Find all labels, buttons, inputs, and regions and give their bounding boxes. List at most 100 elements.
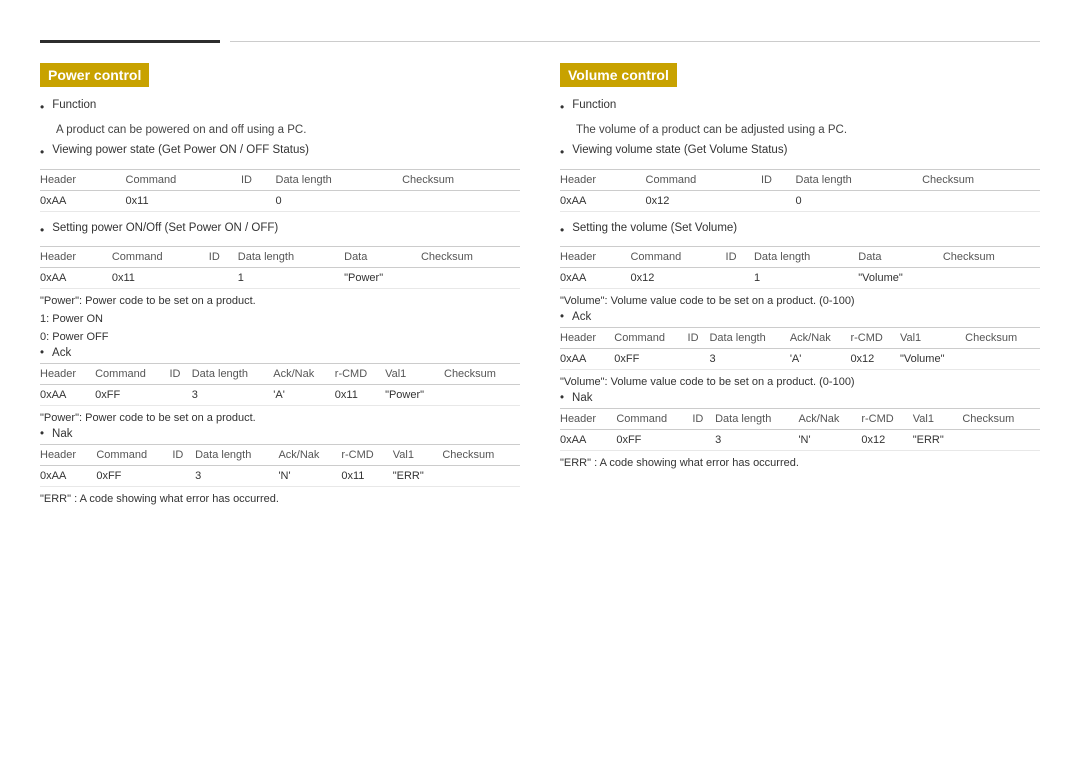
th-command: Command [112, 247, 209, 268]
th-data-length: Data length [754, 247, 858, 268]
td-ack-nak: 'N' [798, 430, 861, 451]
table-row: 0xAA 0xFF 3 'N' 0x12 "ERR" [560, 430, 1040, 451]
nak-label: Nak [40, 428, 520, 440]
td-header: 0xAA [560, 349, 614, 370]
th-id: ID [692, 409, 715, 430]
th-command: Command [614, 328, 687, 349]
th-checksum: Checksum [962, 409, 1040, 430]
th-r-cmd: r-CMD [850, 328, 900, 349]
table-row: 0xAA 0xFF 3 'A' 0x12 "Volume" [560, 349, 1040, 370]
td-data-length: 0 [276, 190, 403, 211]
th-data-length: Data length [715, 409, 798, 430]
td-header: 0xAA [40, 385, 95, 406]
td-data-length: 3 [195, 466, 278, 487]
table-row: 0xAA 0x12 0 [560, 190, 1040, 211]
th-val1: Val1 [393, 445, 443, 466]
th-checksum: Checksum [402, 169, 520, 190]
td-data-length: 3 [715, 430, 798, 451]
td-val1: "ERR" [913, 430, 963, 451]
td-header: 0xAA [560, 268, 630, 289]
td-r-cmd: 0x12 [861, 430, 912, 451]
th-checksum: Checksum [444, 364, 520, 385]
th-ack-nak: Ack/Nak [790, 328, 851, 349]
th-checksum: Checksum [943, 247, 1040, 268]
td-id [761, 190, 796, 211]
power-setting-label: Setting power ON/Off (Set Power ON / OFF… [52, 222, 278, 234]
th-data-length: Data length [276, 169, 403, 190]
th-r-cmd: r-CMD [335, 364, 385, 385]
td-data-length: 3 [709, 349, 789, 370]
th-command: Command [616, 409, 692, 430]
th-data-length: Data length [709, 328, 789, 349]
table-row: 0xAA 0xFF 3 'N' 0x11 "ERR" [40, 466, 520, 487]
td-r-cmd: 0x11 [335, 385, 385, 406]
power-nak-table: Header Command ID Data length Ack/Nak r-… [40, 444, 520, 487]
td-checksum [444, 385, 520, 406]
volume-control-title: Volume control [560, 63, 677, 87]
table-row: 0xAA 0x11 0 [40, 190, 520, 211]
td-data: "Volume" [858, 268, 943, 289]
th-data-length: Data length [796, 169, 923, 190]
volume-note2: "Volume": Volume value code to be set on… [560, 376, 1040, 388]
td-checksum [442, 466, 520, 487]
power-function-desc: A product can be powered on and off usin… [56, 124, 520, 136]
volume-ack-table: Header Command ID Data length Ack/Nak r-… [560, 327, 1040, 370]
volume-function-desc: The volume of a product can be adjusted … [576, 124, 1040, 136]
volume-ack-label: Ack [560, 311, 1040, 323]
top-line-light [230, 41, 1040, 42]
td-checksum [965, 349, 1040, 370]
th-command: Command [95, 364, 169, 385]
td-r-cmd: 0x11 [341, 466, 392, 487]
th-command: Command [646, 169, 761, 190]
td-checksum [421, 268, 520, 289]
volume-viewing-label: Viewing volume state (Get Volume Status) [572, 144, 787, 156]
td-header: 0xAA [40, 466, 96, 487]
td-id [726, 268, 754, 289]
th-command: Command [96, 445, 172, 466]
power-err-note: "ERR" : A code showing what error has oc… [40, 493, 520, 505]
th-data-length: Data length [238, 247, 344, 268]
td-val1: "Volume" [900, 349, 965, 370]
th-data: Data [858, 247, 943, 268]
td-header: 0xAA [560, 430, 616, 451]
th-header: Header [40, 364, 95, 385]
th-ack-nak: Ack/Nak [278, 445, 341, 466]
th-header: Header [40, 445, 96, 466]
volume-function-label: Function [572, 99, 616, 111]
td-id [169, 385, 191, 406]
volume-nak-label: Nak [560, 392, 1040, 404]
th-command: Command [126, 169, 241, 190]
top-line-dark [40, 40, 220, 43]
power-control-section: Power control Function A product can be … [40, 63, 520, 509]
td-checksum [943, 268, 1040, 289]
td-data-length: 0 [796, 190, 923, 211]
power-setting-table: Header Command ID Data length Data Check… [40, 246, 520, 289]
power-viewing-table: Header Command ID Data length Checksum 0… [40, 169, 520, 212]
td-header: 0xAA [40, 190, 126, 211]
th-id: ID [726, 247, 754, 268]
table-row: 0xAA 0x12 1 "Volume" [560, 268, 1040, 289]
th-checksum: Checksum [965, 328, 1040, 349]
td-id [241, 190, 276, 211]
volume-control-section: Volume control Function The volume of a … [560, 63, 1040, 509]
td-command: 0xFF [95, 385, 169, 406]
td-checksum [962, 430, 1040, 451]
th-r-cmd: r-CMD [341, 445, 392, 466]
power-ack-table: Header Command ID Data length Ack/Nak r-… [40, 363, 520, 406]
td-command: 0x12 [646, 190, 761, 211]
volume-nak-table: Header Command ID Data length Ack/Nak r-… [560, 408, 1040, 451]
power-function-label: Function [52, 99, 96, 111]
td-data-length: 1 [238, 268, 344, 289]
td-command: 0xFF [616, 430, 692, 451]
power-viewing-label: Viewing power state (Get Power ON / OFF … [52, 144, 309, 156]
volume-viewing-table: Header Command ID Data length Checksum 0… [560, 169, 1040, 212]
td-data-length: 1 [754, 268, 858, 289]
td-id [688, 349, 710, 370]
th-header: Header [40, 247, 112, 268]
table-row: 0xAA 0xFF 3 'A' 0x11 "Power" [40, 385, 520, 406]
table-row: 0xAA 0x11 1 "Power" [40, 268, 520, 289]
th-header: Header [560, 328, 614, 349]
volume-setting-table: Header Command ID Data length Data Check… [560, 246, 1040, 289]
th-data: Data [344, 247, 421, 268]
ack-label: Ack [40, 347, 520, 359]
